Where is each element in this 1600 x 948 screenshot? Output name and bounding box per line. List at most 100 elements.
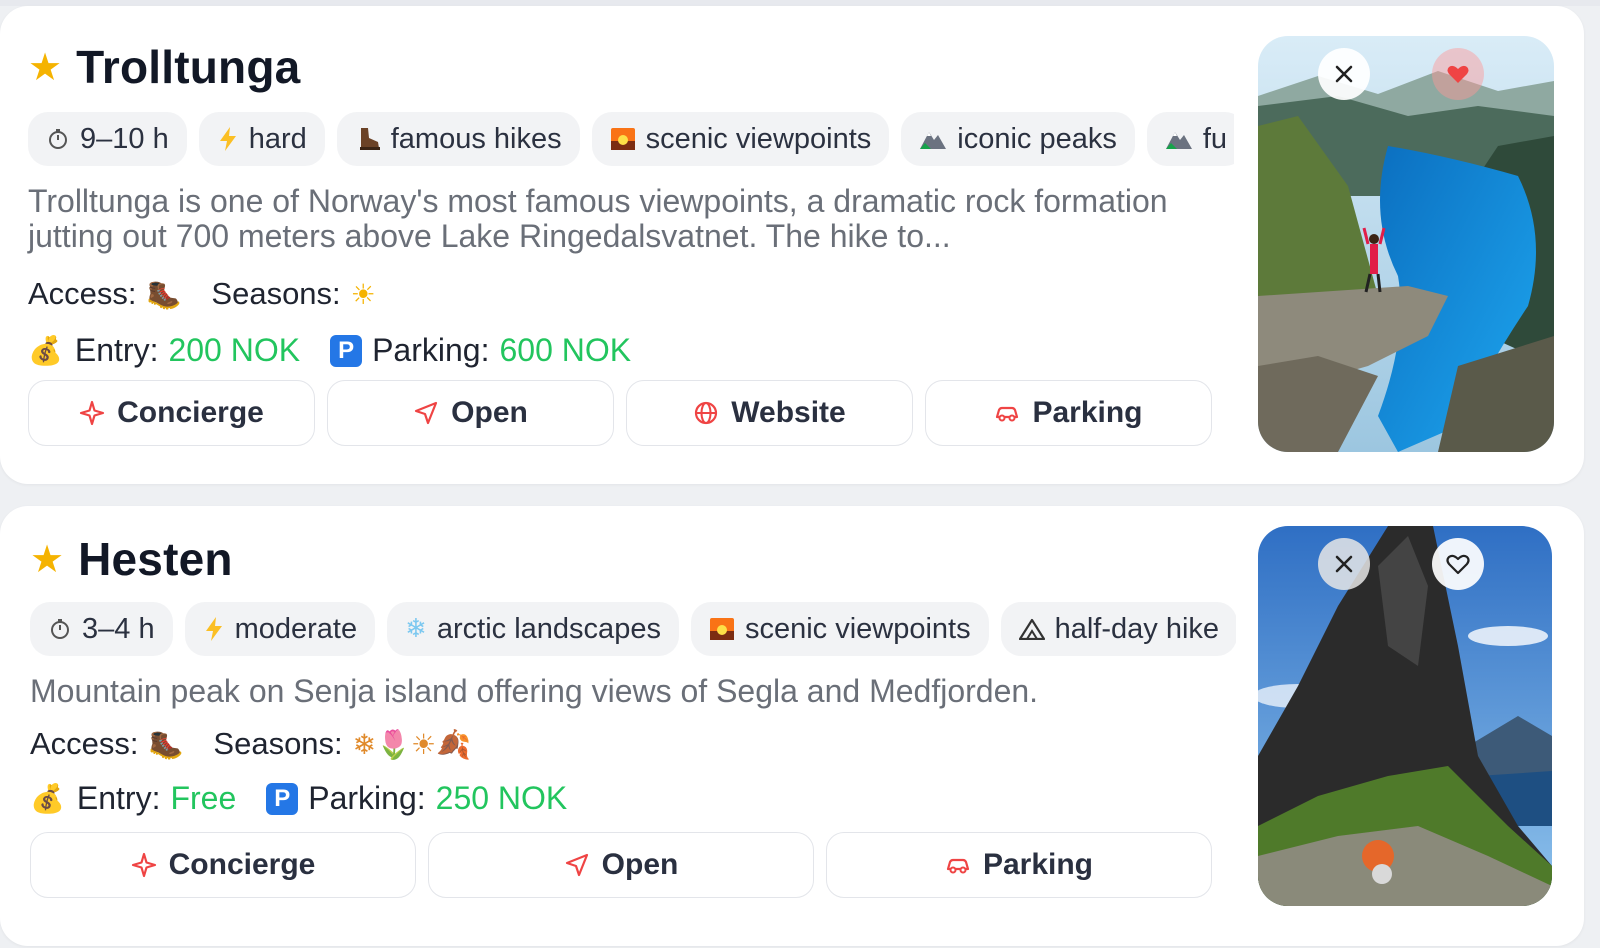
hiking-boot-icon: 🥾 — [146, 277, 182, 311]
heart-filled-icon — [1447, 65, 1469, 83]
tag-label: scenic viewpoints — [645, 122, 872, 155]
button-label: Parking — [982, 848, 1094, 881]
money-bag-icon: 💰 — [30, 782, 65, 815]
open-button[interactable]: Open — [428, 832, 814, 898]
tag-label: 9–10 h — [80, 122, 169, 155]
open-button[interactable]: Open — [327, 380, 614, 446]
place-card-trolltunga[interactable]: ★ Trolltunga 9–10 h hard famous hikes sc… — [0, 6, 1584, 484]
concierge-button[interactable]: Concierge — [30, 832, 416, 898]
tag-chips: 9–10 h hard famous hikes scenic viewpoin… — [28, 112, 1234, 168]
tag-label: arctic landscapes — [436, 612, 661, 645]
navigation-arrow-icon — [415, 401, 438, 425]
season-icons: ☀ — [350, 277, 376, 311]
entry-label: Entry: — [76, 780, 161, 816]
parking-label: Parking: — [308, 780, 426, 816]
favorite-button[interactable] — [1432, 538, 1484, 590]
tag-chip[interactable]: iconic peaks — [901, 112, 1135, 166]
tag-label: iconic peaks — [957, 122, 1117, 155]
button-label: Open — [451, 396, 528, 429]
mountain-icon — [1018, 618, 1045, 640]
fjord-photo — [1258, 36, 1554, 452]
hiking-boot-icon — [355, 126, 381, 152]
price-row: 💰 Entry: 200 NOK P Parking: 600 NOK — [28, 332, 631, 369]
globe-icon — [695, 401, 718, 425]
tag-chips: 3–4 h moderate ❄ arctic landscapes sceni… — [30, 602, 1236, 658]
place-card-hesten[interactable]: ★ Hesten 3–4 h moderate ❄ arctic landsca… — [0, 506, 1584, 946]
button-label: Open — [601, 848, 679, 881]
parking-badge-icon: P — [330, 334, 363, 367]
button-label: Concierge — [117, 396, 264, 429]
access-seasons-row: Access: 🥾 Seasons: ☀ — [28, 276, 376, 312]
navigation-arrow-icon — [565, 853, 588, 877]
tag-chip[interactable]: moderate — [184, 602, 376, 656]
money-bag-icon: 💰 — [28, 334, 63, 367]
lightning-icon — [217, 126, 239, 152]
star-icon: ★ — [30, 537, 65, 581]
parking-label: Parking: — [372, 332, 490, 368]
concierge-button[interactable]: Concierge — [28, 380, 315, 446]
access-label: Access: — [28, 276, 137, 311]
button-label: Concierge — [168, 848, 316, 881]
place-photo[interactable] — [1258, 526, 1552, 906]
tag-chip[interactable]: hard — [198, 112, 325, 166]
stopwatch-icon — [48, 617, 72, 641]
sparkle-icon — [131, 852, 156, 878]
tag-chip[interactable]: half-day hike — [1000, 602, 1236, 656]
action-buttons: Concierge Open Website Parking — [28, 380, 1212, 446]
parking-value: 250 NOK — [435, 780, 568, 816]
parking-button[interactable]: Parking — [826, 832, 1212, 898]
mountain-icon — [919, 128, 947, 150]
place-title: Hesten — [78, 533, 233, 585]
tag-chip[interactable]: 9–10 h — [28, 112, 187, 166]
tag-chip[interactable]: fu — [1146, 112, 1234, 166]
tag-label: moderate — [234, 612, 358, 645]
title-row: ★ Hesten — [30, 532, 233, 586]
close-icon — [1335, 555, 1353, 573]
price-row: 💰 Entry: Free P Parking: 250 NOK — [30, 780, 567, 817]
close-icon — [1335, 65, 1353, 83]
favorite-button[interactable] — [1432, 48, 1484, 100]
place-description: Mountain peak on Senja island offering v… — [30, 673, 1039, 709]
parking-value: 600 NOK — [499, 332, 632, 368]
access-seasons-row: Access: 🥾 Seasons: ❄🌷☀🍂 — [30, 726, 471, 762]
star-icon: ★ — [28, 45, 63, 89]
place-title: Trolltunga — [76, 41, 301, 93]
tag-chip[interactable]: scenic viewpoints — [591, 112, 890, 166]
button-label: Website — [731, 396, 846, 429]
entry-label: Entry: — [74, 332, 159, 368]
place-photo[interactable] — [1258, 36, 1554, 452]
tag-label: fu — [1202, 122, 1228, 155]
seasons-label: Seasons: — [211, 276, 341, 311]
sparkle-icon — [80, 400, 105, 426]
entry-value: Free — [170, 780, 237, 816]
parking-button[interactable]: Parking — [925, 380, 1212, 446]
place-description: Trolltunga is one of Norway's most famou… — [28, 183, 1168, 254]
tag-chip[interactable]: scenic viewpoints — [690, 602, 989, 656]
car-icon — [946, 858, 970, 874]
access-label: Access: — [30, 726, 139, 761]
lightning-icon — [203, 616, 225, 642]
entry-value: 200 NOK — [168, 332, 301, 368]
title-row: ★ Trolltunga — [28, 40, 300, 94]
sunset-icon — [610, 127, 636, 151]
mountain-photo — [1258, 526, 1552, 906]
season-icons: ❄🌷☀🍂 — [352, 727, 471, 761]
button-label: Parking — [1032, 396, 1143, 429]
dismiss-button[interactable] — [1318, 538, 1370, 590]
tag-chip[interactable]: ❄ arctic landscapes — [387, 602, 679, 656]
tag-chip[interactable]: famous hikes — [336, 112, 580, 166]
parking-badge-icon: P — [266, 782, 299, 815]
snowflake-icon: ❄ — [405, 614, 427, 644]
website-button[interactable]: Website — [626, 380, 913, 446]
seasons-label: Seasons: — [213, 726, 343, 761]
heart-outline-icon — [1446, 554, 1470, 575]
car-icon — [996, 406, 1019, 422]
tag-chip[interactable]: 3–4 h — [30, 602, 173, 656]
tag-label: 3–4 h — [82, 612, 155, 645]
tag-label: half-day hike — [1054, 612, 1220, 645]
stopwatch-icon — [46, 127, 70, 151]
dismiss-button[interactable] — [1318, 48, 1370, 100]
tag-label: hard — [248, 122, 307, 155]
sunset-icon — [709, 617, 735, 641]
hiking-boot-icon: 🥾 — [148, 727, 184, 761]
